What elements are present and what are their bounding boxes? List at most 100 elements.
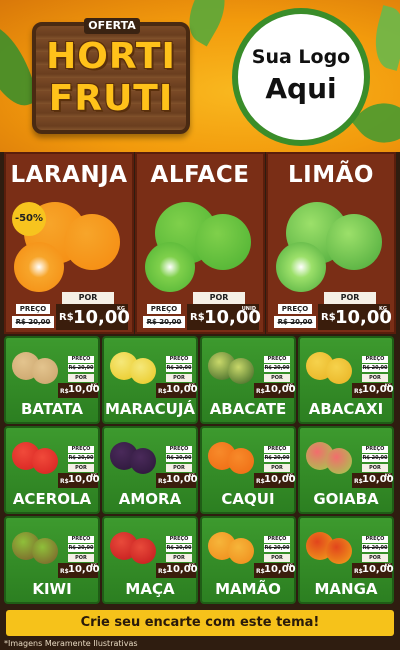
product-card[interactable]: PREÇO R$ 20,00 POR R$ 10,00 KG BATATA	[4, 336, 100, 424]
discount-badge: -50%	[12, 202, 46, 236]
product-image	[14, 242, 64, 292]
product-card[interactable]: PREÇO R$ 20,00 POR R$ 10,00 KG MAMÃO	[200, 516, 296, 604]
por-label: POR	[166, 464, 192, 472]
featured-card[interactable]: LIMÃO PREÇO R$ 20,00 POR R$ 10,00 KG	[266, 152, 396, 334]
new-price: R$ 10,00 KG	[58, 563, 100, 578]
preco-label: PREÇO	[362, 446, 388, 453]
preco-label: PREÇO	[16, 304, 50, 314]
old-price: R$ 20,00	[12, 316, 54, 328]
preco-label: PREÇO	[166, 536, 192, 543]
product-card[interactable]: PREÇO R$ 20,00 POR R$ 10,00 KG MARACUJÁ	[102, 336, 198, 424]
new-price: R$ 10,00 KG	[254, 563, 296, 578]
product-card[interactable]: PREÇO R$ 20,00 POR R$ 10,00 KG KIWI	[4, 516, 100, 604]
price-unit: KG	[188, 383, 195, 388]
disclaimer: *Imagens Meramente Ilustrativas	[4, 639, 138, 648]
price-unit: KG	[90, 563, 97, 568]
logo-line-1: Sua Logo	[251, 46, 351, 68]
por-label: POR	[62, 292, 114, 304]
product-card[interactable]: PREÇO R$ 20,00 POR R$ 10,00 KG AMORA	[102, 426, 198, 514]
product-name: ABACATE	[209, 400, 287, 418]
product-card[interactable]: PREÇO R$ 20,00 POR R$ 10,00 KG ABACAXI	[298, 336, 394, 424]
por-label: POR	[166, 554, 192, 562]
product-image	[326, 358, 352, 384]
product-name: MARACUJÁ	[104, 400, 196, 418]
por-label: POR	[193, 292, 245, 304]
por-label: POR	[264, 464, 290, 472]
product-image	[195, 214, 251, 270]
title-horti: HORTI	[46, 36, 176, 77]
product-image	[228, 358, 254, 384]
old-price: R$ 20,00	[362, 454, 388, 462]
por-label: POR	[362, 374, 388, 382]
featured-name: LIMÃO	[288, 162, 374, 188]
new-price: R$ 10,00 KG	[254, 383, 296, 398]
product-image	[32, 538, 58, 564]
product-name: KIWI	[32, 580, 72, 598]
preco-label: PREÇO	[362, 536, 388, 543]
product-name: GOIABA	[313, 490, 379, 508]
product-card[interactable]: PREÇO R$ 20,00 POR R$ 10,00 KG CAQUI	[200, 426, 296, 514]
preco-label: PREÇO	[166, 446, 192, 453]
old-price: R$ 20,00	[362, 364, 388, 372]
preco-label: PREÇO	[264, 356, 290, 363]
por-label: POR	[362, 464, 388, 472]
cta-banner[interactable]: Crie seu encarte com este tema!	[6, 610, 394, 636]
product-image	[326, 538, 352, 564]
old-price: R$ 20,00	[264, 364, 290, 372]
featured-name: LARANJA	[10, 162, 128, 188]
preco-label: PREÇO	[264, 536, 290, 543]
price-unit: UNID	[241, 306, 256, 312]
old-price: R$ 20,00	[68, 364, 94, 372]
leaf-decoration	[367, 5, 400, 71]
product-image	[228, 448, 254, 474]
new-price: R$ 10,00 KG	[156, 563, 198, 578]
product-image	[228, 538, 254, 564]
product-image	[276, 242, 326, 292]
currency: R$	[190, 312, 205, 323]
old-price: R$ 20,00	[274, 316, 316, 328]
por-label: POR	[324, 292, 376, 304]
currency: R$	[59, 312, 74, 323]
new-price: R$ 10,00 KG	[156, 473, 198, 488]
price-unit: KG	[384, 563, 391, 568]
logo-placeholder[interactable]: Sua Logo Aqui	[232, 8, 370, 146]
price-unit: KG	[90, 473, 97, 478]
product-card[interactable]: PREÇO R$ 20,00 POR R$ 10,00 KG MANGA	[298, 516, 394, 604]
featured-name: ALFACE	[150, 162, 250, 188]
product-image	[130, 538, 156, 564]
oferta-tag: OFERTA	[84, 18, 140, 34]
por-label: POR	[68, 464, 94, 472]
old-price: R$ 20,00	[68, 544, 94, 552]
preco-label: PREÇO	[147, 304, 181, 314]
product-card[interactable]: PREÇO R$ 20,00 POR R$ 10,00 KG GOIABA	[298, 426, 394, 514]
new-price: R$ 10,00 KG	[58, 383, 100, 398]
por-label: POR	[264, 374, 290, 382]
title-fruti: FRUTI	[48, 78, 174, 119]
preco-label: PREÇO	[68, 446, 94, 453]
product-name: ACEROLA	[12, 490, 92, 508]
featured-card[interactable]: LARANJA -50% PREÇO R$ 20,00 POR R$ 10,00 KG	[4, 152, 134, 334]
old-price: R$ 20,00	[166, 454, 192, 462]
product-card[interactable]: PREÇO R$ 20,00 POR R$ 10,00 KG ABACATE	[200, 336, 296, 424]
por-label: POR	[362, 554, 388, 562]
featured-card[interactable]: ALFACE PREÇO R$ 20,00 POR R$ 10,00 UNID	[135, 152, 265, 334]
por-label: POR	[166, 374, 192, 382]
new-price: R$ 10,00 KG	[254, 473, 296, 488]
old-price: R$ 20,00	[362, 544, 388, 552]
product-image	[130, 448, 156, 474]
new-price: R$ 10,00 KG	[352, 563, 394, 578]
new-price: R$ 10,00 KG	[156, 383, 198, 398]
product-name: BATATA	[20, 400, 84, 418]
preco-label: PREÇO	[68, 356, 94, 363]
old-price: R$ 20,00	[143, 316, 185, 328]
price-unit: KG	[384, 473, 391, 478]
logo-line-2: Aqui	[265, 72, 337, 105]
header: OFERTA HORTI FRUTI Sua Logo Aqui	[0, 0, 400, 152]
price-unit: KG	[188, 473, 195, 478]
preco-label: PREÇO	[68, 536, 94, 543]
product-name: ABACAXI	[308, 400, 384, 418]
old-price: R$ 20,00	[166, 364, 192, 372]
product-card[interactable]: PREÇO R$ 20,00 POR R$ 10,00 KG ACEROLA	[4, 426, 100, 514]
preco-label: PREÇO	[264, 446, 290, 453]
product-card[interactable]: PREÇO R$ 20,00 POR R$ 10,00 KG MAÇA	[102, 516, 198, 604]
